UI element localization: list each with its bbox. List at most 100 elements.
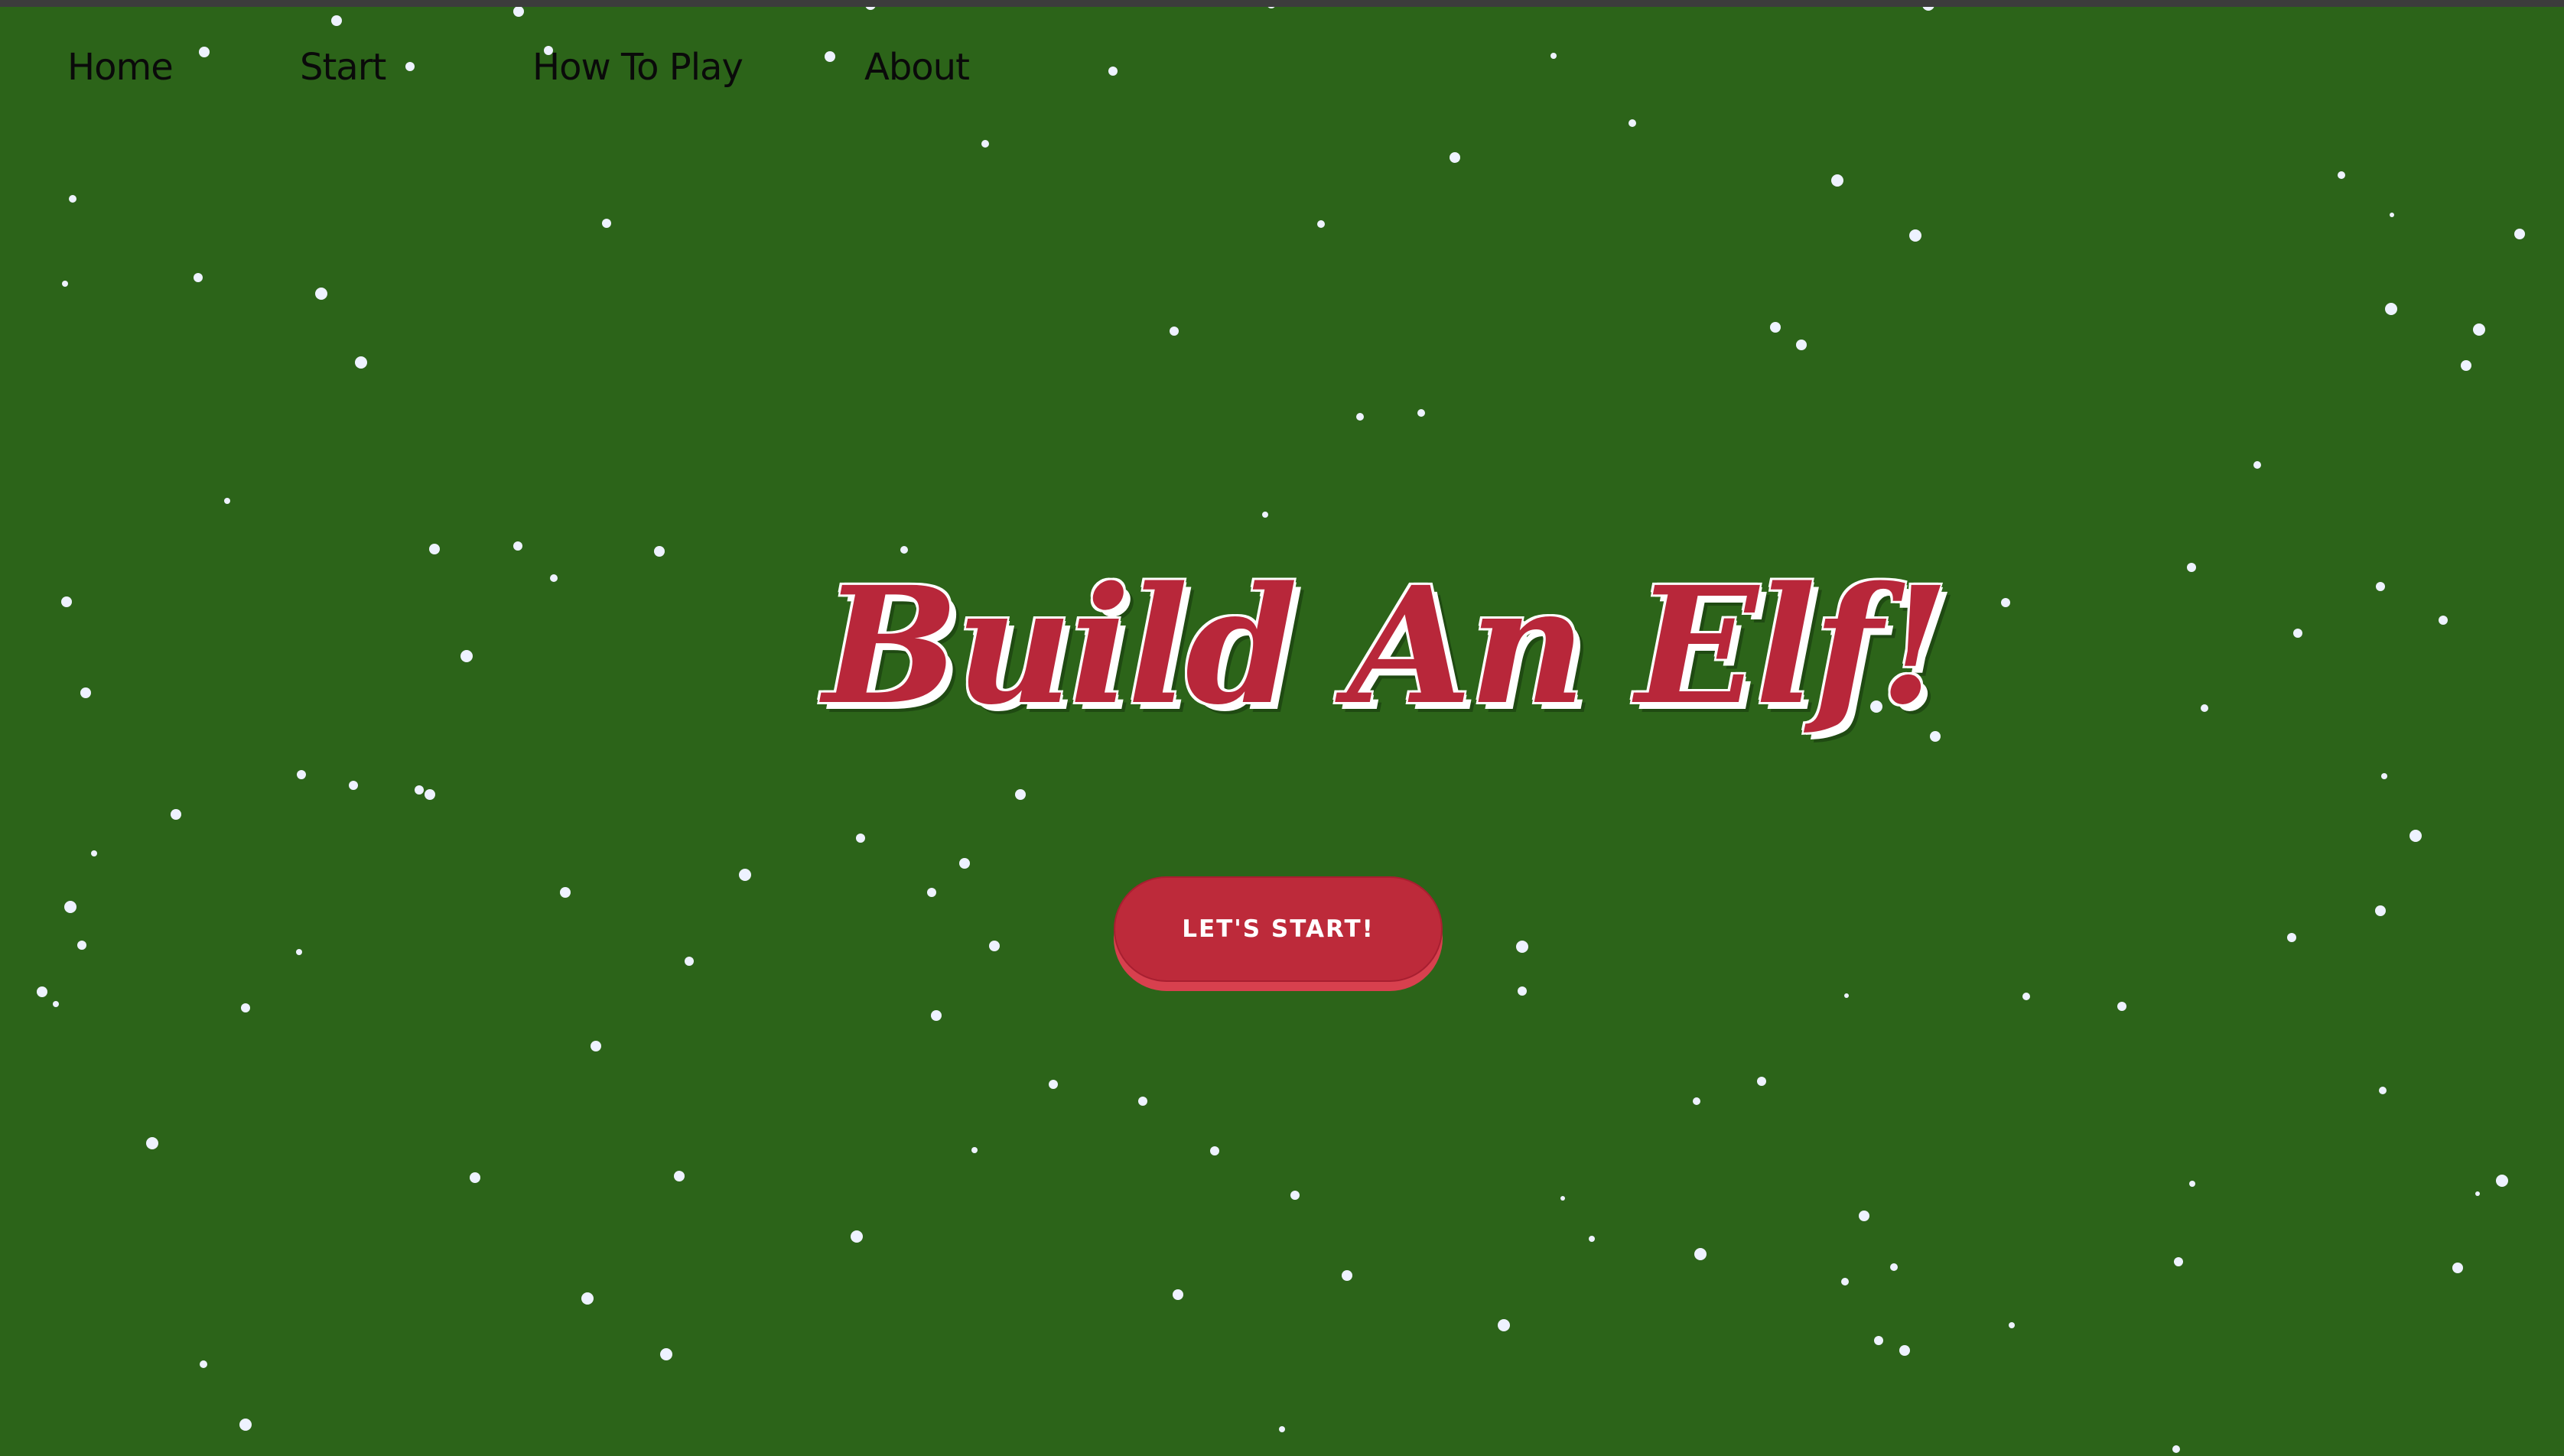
snowflake xyxy=(1498,1319,1510,1331)
snowflake xyxy=(1138,1097,1147,1106)
snowflake xyxy=(971,1147,978,1153)
snowflake xyxy=(1757,1077,1766,1086)
snowflake xyxy=(1859,1211,1869,1221)
snowflake xyxy=(62,281,68,287)
snowflake xyxy=(1629,119,1636,127)
snowflake xyxy=(1844,993,1849,998)
snowflake xyxy=(1694,1248,1707,1260)
snowflake xyxy=(331,15,342,26)
snowflake xyxy=(1267,7,1275,8)
snowflake xyxy=(2473,323,2485,336)
snowflake xyxy=(1173,1289,1183,1300)
snowflake xyxy=(1279,1426,1285,1432)
snowflake xyxy=(931,1010,942,1021)
snowflake xyxy=(981,140,989,148)
snowflake xyxy=(865,7,876,10)
snowflake xyxy=(1890,1263,1898,1271)
snowflake xyxy=(602,219,611,228)
nav-how-to-play-link[interactable]: How To Play xyxy=(532,46,743,89)
snowflake xyxy=(2187,563,2196,572)
snowflake xyxy=(315,288,327,300)
snowflake xyxy=(296,949,302,955)
snowflake xyxy=(2439,616,2448,625)
snowflake xyxy=(2379,1087,2387,1094)
nav-home-link[interactable]: Home xyxy=(67,46,174,89)
snowflake xyxy=(1342,1270,1352,1281)
snowflake xyxy=(146,1137,158,1149)
snowflake xyxy=(1108,67,1118,76)
snowflake xyxy=(2009,1322,2015,1328)
snowflake xyxy=(2381,773,2387,779)
snowflake xyxy=(654,546,665,557)
snowflake xyxy=(513,7,524,17)
snowflake xyxy=(550,574,558,582)
snowflake xyxy=(2253,461,2261,469)
snowflake xyxy=(470,1172,480,1183)
snowflake xyxy=(1589,1236,1595,1242)
snowflake xyxy=(1831,174,1843,187)
snowflake xyxy=(2189,1181,2195,1187)
snowflake xyxy=(1693,1097,1700,1105)
nav-start-link[interactable]: Start xyxy=(300,46,386,89)
snowflake xyxy=(591,1041,601,1051)
snowflake xyxy=(2375,905,2386,916)
snowflake xyxy=(2514,229,2525,239)
snowflake xyxy=(851,1230,863,1243)
snowflake xyxy=(1450,152,1460,163)
snowflake xyxy=(2287,933,2296,942)
snowflake xyxy=(1049,1080,1058,1089)
snowflake xyxy=(1841,1278,1849,1285)
snowflake xyxy=(685,957,694,966)
snowflake xyxy=(80,687,91,698)
snowflake xyxy=(1317,220,1325,228)
page-title: Build An Elf! xyxy=(823,551,1950,740)
snowflake xyxy=(1290,1191,1300,1200)
snowflake xyxy=(355,356,367,369)
snowflake xyxy=(425,789,435,800)
snowflake xyxy=(2475,1191,2480,1196)
snowflake xyxy=(61,596,72,607)
nav-about-link[interactable]: About xyxy=(864,46,970,89)
snowflake xyxy=(2117,1002,2126,1011)
snowflake xyxy=(2338,171,2345,179)
snowflake xyxy=(513,541,522,551)
snowflake xyxy=(460,650,473,662)
snowflake xyxy=(1356,413,1364,421)
snowflake xyxy=(2001,598,2010,607)
snowflake xyxy=(1796,340,1807,350)
snowflake xyxy=(200,1360,207,1368)
snowflake xyxy=(959,858,970,869)
snowflake xyxy=(241,1003,250,1012)
snowflake xyxy=(69,195,76,203)
snowflake xyxy=(674,1171,685,1181)
snowflake xyxy=(560,887,571,898)
snowflake xyxy=(2376,582,2385,591)
snowflake xyxy=(2390,213,2394,217)
snowflake xyxy=(2496,1175,2508,1187)
snowflake xyxy=(37,986,47,997)
snowflake xyxy=(1015,789,1026,800)
snowflake xyxy=(2385,303,2397,315)
snowflake xyxy=(739,869,751,881)
snowflake xyxy=(1770,322,1781,333)
snowflake xyxy=(2452,1263,2463,1273)
snowflake xyxy=(77,941,86,950)
snowflake xyxy=(297,770,306,779)
snowflake xyxy=(2461,360,2471,371)
snowflake xyxy=(2201,704,2208,712)
snowflake xyxy=(1899,1345,1910,1356)
snowflake xyxy=(660,1348,672,1360)
snowflake xyxy=(171,809,181,820)
snowflake xyxy=(349,781,358,790)
snowflake xyxy=(1170,327,1179,336)
snowflake xyxy=(53,1001,59,1007)
snowflake xyxy=(1417,409,1425,417)
lets-start-button[interactable]: LET'S START! xyxy=(1114,876,1443,982)
snowflake xyxy=(856,834,865,843)
snowflake xyxy=(1550,53,1557,59)
snowflake xyxy=(1262,512,1268,518)
window-top-bar xyxy=(0,0,2564,7)
snowflake xyxy=(1560,1196,1565,1201)
snowflake xyxy=(64,901,76,913)
snowflake xyxy=(1518,986,1527,996)
